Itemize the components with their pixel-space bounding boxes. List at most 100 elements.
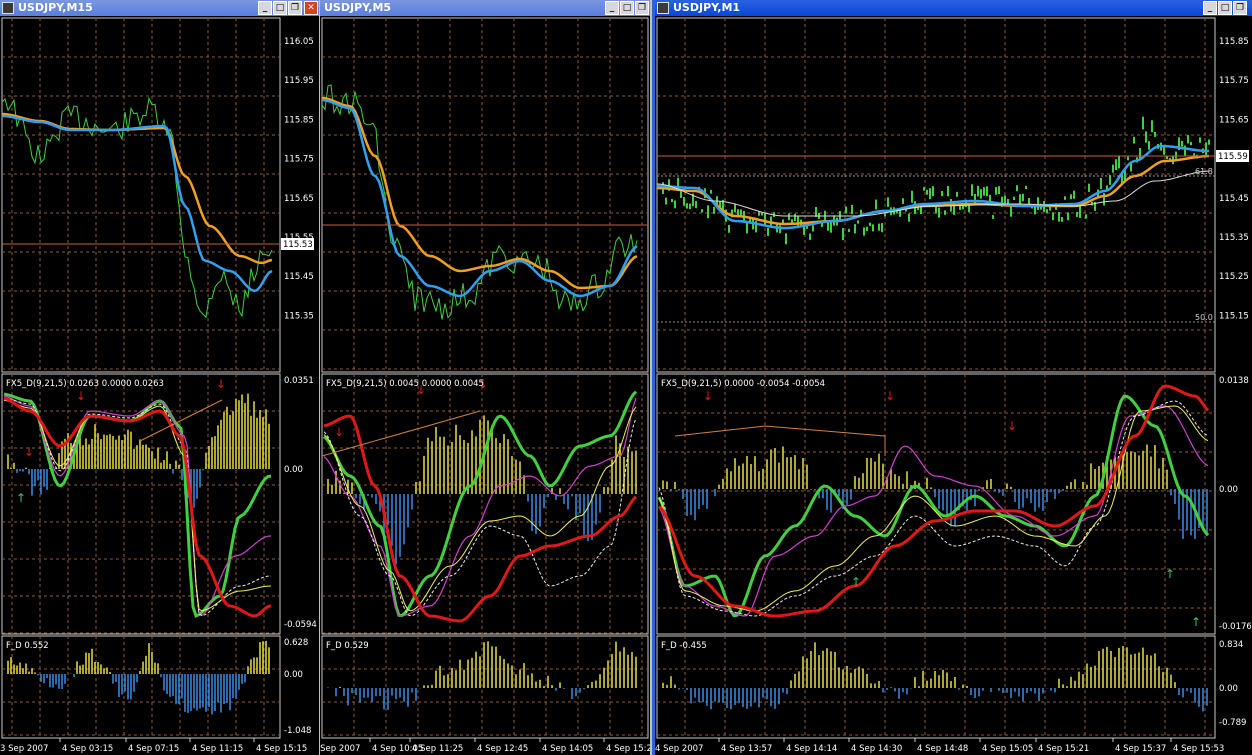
chart-canvas[interactable]: ↓↓ ↓FX5_D(9,21,5) 0.0045 0.0000 0.0045F_D… — [320, 16, 650, 755]
restore-button[interactable]: ❐ — [288, 1, 302, 15]
chart-canvas[interactable]: 61.8 50.0 ↓ ↓ ↓ ↑ ↑ ↑ FX5_D(9,21,5) 0.0000 -0.00… — [655, 16, 1252, 755]
price-tick-label: 115.35 — [1219, 233, 1249, 243]
time-axis-label: 3 Sep 2007 — [0, 744, 48, 754]
oscillator-line — [3, 399, 272, 612]
restore-button[interactable]: ❐ — [1233, 1, 1247, 15]
chart-canvas[interactable]: ↓ ↓ ↓ ↑ FX5_D(9,21,5) 0.0263 0.0000 0.0263 F_… — [0, 16, 319, 755]
time-axis-label: 4 Sep 14:48 — [917, 744, 968, 754]
indicator-tick-label: 0.0138 — [1219, 376, 1249, 386]
minimize-button[interactable]: _ — [258, 1, 272, 15]
indicator-label: FX5_D(9,21,5) 0.0045 0.0000 0.0045 — [326, 379, 484, 389]
down-arrow: ↓ — [885, 389, 895, 403]
time-axis-label: 4 Sep 03:15 — [62, 744, 113, 754]
time-axis-label: 4 Sep 15:05 — [982, 744, 1033, 754]
price-tick-label: 116.05 — [284, 37, 314, 47]
pane-frame — [656, 17, 1216, 373]
time-axis-label: 4 Sep 07:15 — [128, 744, 179, 754]
indicator-label: FX5_D(9,21,5) 0.0263 0.0000 0.0263 — [6, 379, 164, 389]
indicator-tick-label: -0.0594 — [284, 620, 317, 630]
pane-frame — [321, 373, 649, 635]
indicator-tick-label: 0.00 — [1219, 485, 1238, 495]
price-line — [321, 84, 638, 320]
price-tick-label: 115.75 — [284, 155, 314, 165]
time-axis-label: 4 Sep 12:45 — [477, 744, 528, 754]
indicator-tick-label: 0.628 — [284, 638, 308, 648]
indicator-tick-label: 0.00 — [1219, 684, 1238, 694]
price-line — [1, 96, 273, 319]
window-title-bar[interactable]: USDJPY,M1 _ □ ❐ — [655, 0, 1252, 16]
fib-label: 50.0 — [1195, 313, 1213, 322]
price-tick-label: 115.35 — [284, 311, 314, 321]
down-arrow: ↓ — [24, 445, 34, 459]
maximize-button[interactable]: □ — [620, 1, 634, 15]
price-tick-label: 115.25 — [1219, 272, 1249, 282]
indicator-tick-label: 0.834 — [1219, 640, 1243, 650]
oscillator-line — [658, 405, 1209, 617]
time-axis-label: 4 Sep 11:25 — [412, 744, 463, 754]
current-price-label: 115.53 — [283, 240, 313, 250]
fib-label: 61.8 — [1195, 167, 1213, 176]
up-arrow: ↑ — [851, 575, 861, 589]
up-arrow: ↑ — [1191, 615, 1201, 629]
window-title: USDJPY,M15 — [18, 1, 93, 14]
oscillator-line — [3, 396, 272, 618]
maximize-button[interactable]: □ — [273, 1, 287, 15]
chart-window-icon — [2, 2, 14, 14]
window-title: USDJPY,M5 — [324, 1, 392, 14]
time-axis-label: 4 Sep 15:53 — [1173, 744, 1224, 754]
price-tick-label: 115.85 — [284, 115, 314, 125]
price-tick-label: 115.75 — [1219, 76, 1249, 86]
time-axis-label: 4 Sep 11:15 — [192, 744, 243, 754]
time-axis-label: 4 Sep 13:57 — [721, 744, 772, 754]
indicator-tick-label: -0.0176 — [1219, 622, 1252, 632]
indicator-label: F_D 0.529 — [326, 641, 369, 651]
time-axis-label: 4 Sep 2007 — [320, 744, 360, 754]
window-title-bar[interactable]: USDJPY,M15 _ □ ❐ ✕ — [0, 0, 319, 16]
pane-frame — [321, 17, 649, 373]
close-button[interactable]: ✕ — [304, 1, 318, 15]
restore-button[interactable]: ❐ — [635, 1, 649, 15]
chart-window-icon — [657, 2, 669, 14]
maximize-button[interactable]: □ — [1218, 1, 1232, 15]
time-axis-label: 4 Sep 15:15 — [256, 744, 307, 754]
indicator-tick-label: -0.789 — [1219, 718, 1246, 728]
time-axis-label: 4 Sep 2007 — [655, 744, 703, 754]
chart-window-m5[interactable]: USDJPY,M5 _ □ ❐ ↓ ↓ ↓ FX5_D(9,21,5) 0.0045 … — [320, 0, 650, 755]
minimize-button[interactable]: _ — [605, 1, 619, 15]
price-tick-label: 115.65 — [284, 194, 314, 204]
down-arrow: ↓ — [703, 389, 713, 403]
down-arrow: ↓ — [1007, 419, 1017, 433]
indicator-label: F_D -0.455 — [661, 641, 707, 651]
indicator-tick-label: 0.00 — [284, 465, 303, 475]
time-axis-label: 4 Sep 15:21 — [1038, 744, 1089, 754]
minimize-button[interactable]: _ — [1203, 1, 1217, 15]
indicator-tick-label: -1.048 — [284, 726, 311, 736]
ma-fast-line — [1, 114, 273, 293]
indicator-tick-label: 0.0351 — [284, 376, 314, 386]
current-price-label: 115.59 — [1218, 152, 1248, 162]
time-axis-label: 4 Sep 14:14 — [786, 744, 837, 754]
window-title: USDJPY,M1 — [673, 1, 741, 14]
time-axis-label: 4 Sep 15:37 — [1115, 744, 1166, 754]
indicator-label: FX5_D(9,21,5) 0.0000 -0.0054 -0.0054 — [661, 379, 825, 389]
indicator-tick-label: 0.00 — [284, 670, 303, 680]
ma-slow-line — [321, 96, 638, 290]
time-axis-label: 4 Sep 14:05 — [542, 744, 593, 754]
down-arrow: ↓ — [76, 389, 86, 403]
indicator-label: F_D 0.552 — [6, 641, 49, 651]
up-arrow: ↑ — [1165, 567, 1175, 581]
oscillator-line — [3, 397, 272, 617]
window-title-bar[interactable]: USDJPY,M5 _ □ ❐ — [320, 0, 650, 16]
up-arrow: ↑ — [16, 491, 26, 505]
chart-window-m15[interactable]: USDJPY,M15 _ □ ❐ ✕ ↓ ↓ ↓ ↑ FX5_D(9,21,5) 0.0… — [0, 0, 319, 755]
ma-slow-line — [1, 112, 273, 265]
price-tick-label: 115.95 — [284, 76, 314, 86]
pane-frame — [321, 635, 649, 739]
price-tick-label: 115.45 — [284, 272, 314, 282]
price-tick-label: 115.15 — [1219, 311, 1249, 321]
price-tick-label: 115.65 — [1219, 115, 1249, 125]
price-tick-label: 115.85 — [1219, 37, 1249, 47]
down-arrow: ↓ — [334, 425, 344, 439]
chart-window-m1[interactable]: USDJPY,M1 _ □ ❐ 61.8 50.0 ↓ ↓ ↓ ↑ ↑ ↑ FX5_D(9,21… — [652, 0, 1252, 755]
price-tick-label: 115.45 — [1219, 194, 1249, 204]
